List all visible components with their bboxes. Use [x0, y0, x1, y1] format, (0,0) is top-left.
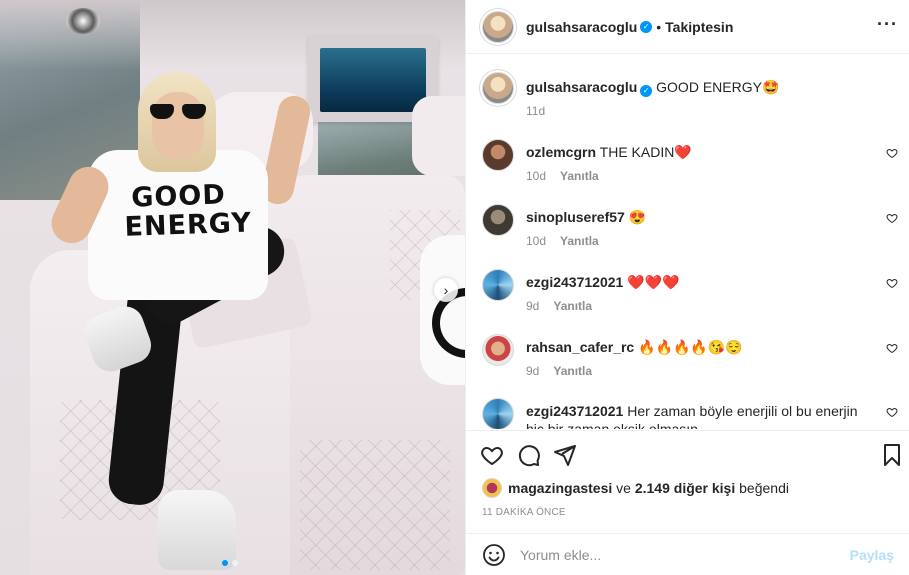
reply-button[interactable]: Yanıtla — [553, 299, 592, 313]
likes-count-link[interactable]: 2.149 diğer kişi — [635, 480, 735, 496]
likes-joiner: ve — [616, 480, 631, 496]
save-icon[interactable] — [880, 443, 904, 467]
commenter-avatar[interactable] — [482, 398, 514, 429]
caption-age: 11d — [526, 104, 546, 118]
comment-username[interactable]: ozlemcgrn — [526, 144, 596, 160]
heart-icon[interactable] — [886, 406, 898, 418]
carousel-dot — [222, 560, 228, 566]
emoji-icon[interactable] — [482, 543, 506, 567]
caption-text: GOOD ENERGY🤩 — [656, 79, 780, 95]
photo-face — [152, 92, 204, 160]
action-bar — [466, 430, 909, 474]
commenter-avatar[interactable] — [482, 269, 514, 301]
post-panel: gulsahsaracoglu ✓ • Takiptesin ··· gulsa… — [465, 0, 909, 575]
comment-username[interactable]: rahsan_cafer_rc — [526, 339, 634, 355]
post-photo[interactable]: GOOD ENERGY › — [0, 0, 465, 575]
likes-suffix: beğendi — [739, 480, 789, 496]
caption-username[interactable]: gulsahsaracoglu — [526, 79, 637, 95]
comment-text: THE KADIN❤️ — [599, 144, 692, 160]
heart-icon[interactable] — [886, 212, 898, 224]
author-avatar[interactable] — [482, 10, 514, 43]
commenter-avatar[interactable] — [482, 139, 514, 171]
follow-status[interactable]: Takiptesin — [665, 19, 733, 35]
photo-ceiling-light — [66, 8, 100, 34]
verified-badge-icon: ✓ — [640, 20, 653, 33]
post-timestamp[interactable]: 11 DAKİKA ÖNCE — [482, 507, 566, 518]
liker-avatar[interactable] — [482, 478, 502, 498]
heart-icon[interactable] — [886, 277, 898, 289]
carousel-next-button[interactable]: › — [434, 278, 458, 302]
photo-shirt-text: GOOD ENERGY — [123, 179, 253, 243]
photo-sneaker — [158, 490, 236, 570]
heart-icon[interactable] — [886, 147, 898, 159]
comment-age: 9d — [526, 364, 540, 378]
chevron-right-icon: › — [443, 282, 449, 298]
post-header: gulsahsaracoglu ✓ • Takiptesin ··· — [466, 0, 909, 54]
comment-username[interactable]: sinopluseref57 — [526, 209, 625, 225]
post-comment-button[interactable]: Paylaş — [850, 547, 894, 563]
comment-text: 😍 — [628, 209, 647, 225]
likes-summary: magazingastesi ve 2.149 diğer kişi beğen… — [482, 478, 789, 498]
photo-headrest-right — [412, 96, 465, 176]
comment-username[interactable]: ezgi243712021 — [526, 403, 623, 419]
commenter-avatar[interactable] — [482, 334, 514, 366]
commenter-avatar[interactable] — [482, 204, 514, 236]
heart-icon[interactable] — [886, 342, 898, 354]
reply-button[interactable]: Yanıtla — [560, 234, 599, 248]
comment-composer: Paylaş — [466, 533, 909, 575]
author-avatar[interactable] — [482, 72, 514, 104]
comment-input[interactable] — [520, 546, 850, 563]
heart-icon[interactable] — [480, 443, 504, 467]
first-liker-username[interactable]: magazingastesi — [508, 480, 612, 496]
reply-button[interactable]: Yanıtla — [560, 169, 599, 183]
comment-age: 9d — [526, 299, 540, 313]
comment-text: 🔥🔥🔥🔥😘😌 — [638, 339, 743, 355]
comment-icon[interactable] — [517, 443, 541, 467]
comment-text: ❤️❤️❤️ — [627, 274, 680, 290]
comment-age: 10d — [526, 234, 547, 248]
reply-button[interactable]: Yanıtla — [553, 364, 592, 378]
comments-list: gulsahsaracoglu ✓ GOOD ENERGY🤩 11d ozlemc… — [466, 55, 909, 429]
carousel-dot — [232, 560, 238, 566]
comment-age: 10d — [526, 169, 547, 183]
more-options-icon[interactable]: ··· — [877, 15, 898, 33]
share-icon[interactable] — [553, 443, 577, 467]
verified-badge-icon: ✓ — [640, 85, 653, 97]
comment-username[interactable]: ezgi243712021 — [526, 274, 623, 290]
separator-dot: • — [656, 18, 662, 35]
author-username[interactable]: gulsahsaracoglu — [526, 19, 637, 35]
photo-sunglasses — [150, 104, 206, 120]
carousel-dots — [222, 560, 238, 566]
